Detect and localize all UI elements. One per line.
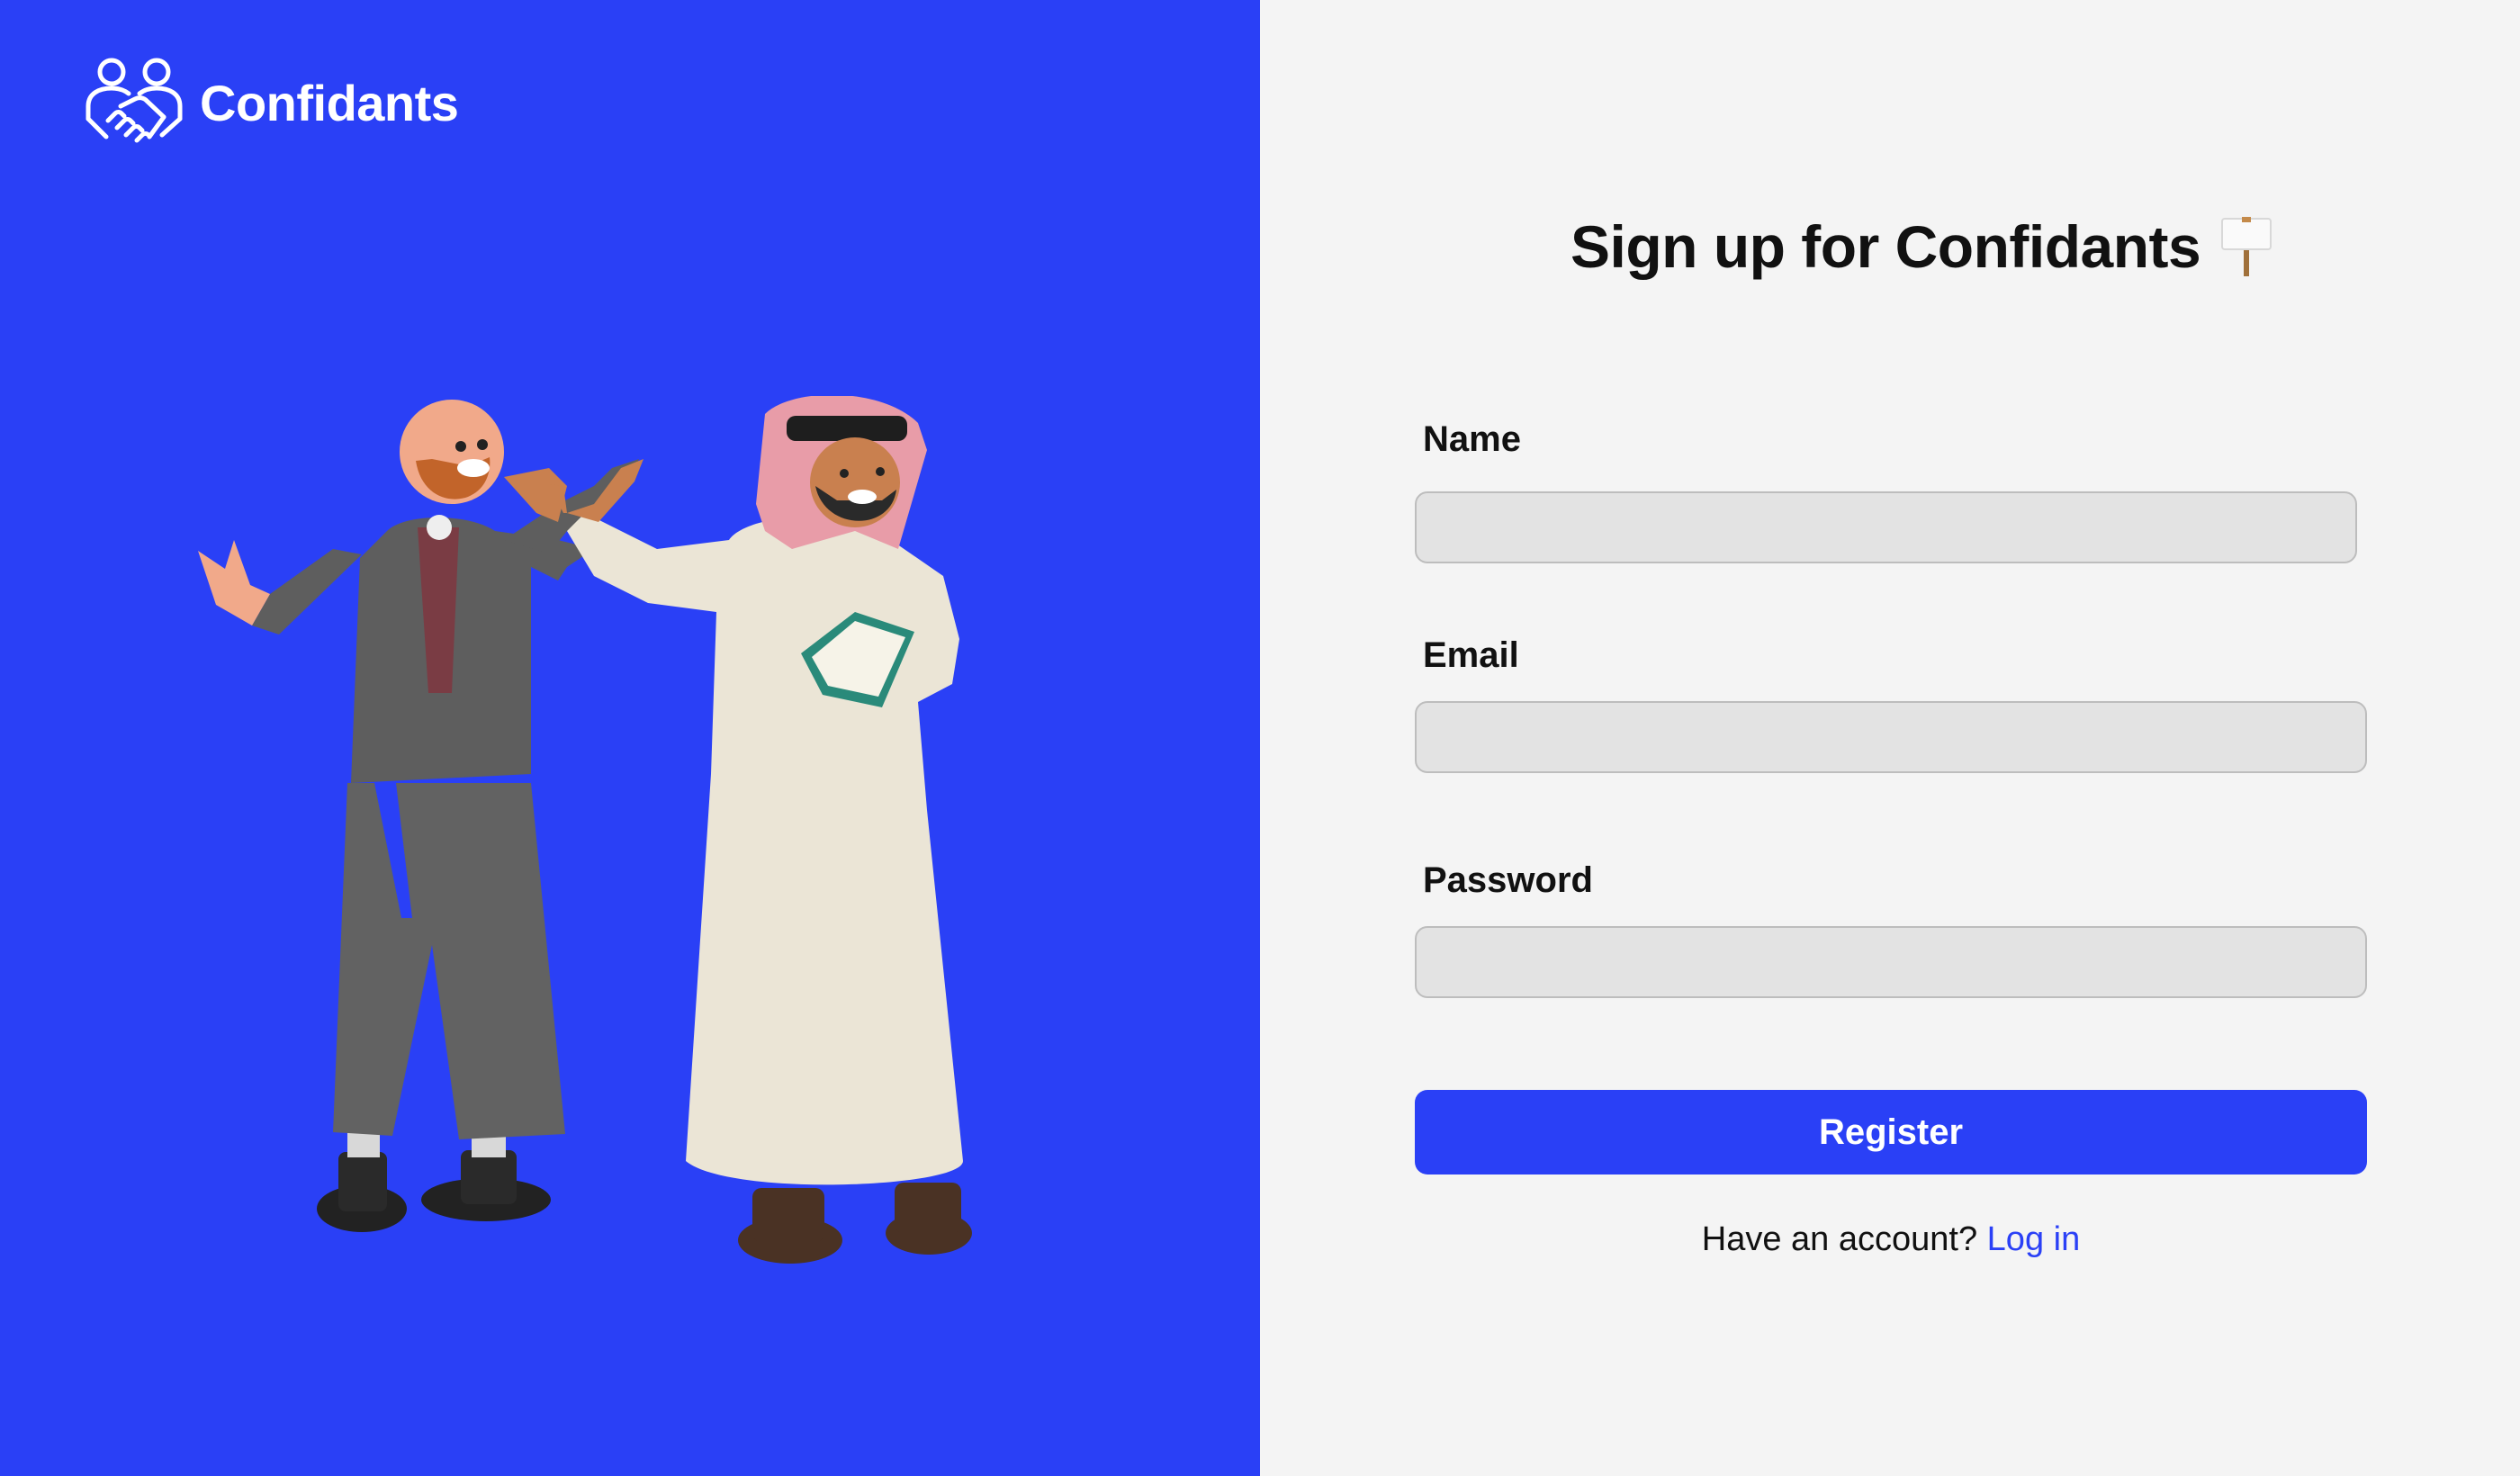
login-link[interactable]: Log in [1987,1220,2081,1258]
man-in-suit [198,400,639,1232]
email-input[interactable] [1415,701,2367,773]
signup-panel: Sign up for Confidants Name Email Passwo… [1260,0,2520,1476]
login-prompt: Have an account? Log in [1260,1220,2520,1259]
name-label: Name [1423,419,1521,459]
handshake-people-icon [86,58,183,143]
password-input[interactable] [1415,926,2367,998]
hero-panel: Confidants [0,0,1260,1476]
placard-sign-icon [2221,217,2272,276]
email-label: Email [1423,635,1519,675]
signup-title-row: Sign up for Confidants [1570,212,2272,281]
have-account-text: Have an account? [1701,1220,1978,1258]
brand-logo[interactable]: Confidants [81,54,459,151]
page-title: Sign up for Confidants [1570,213,2201,280]
man-in-thobe [504,396,972,1264]
name-input[interactable] [1415,491,2357,563]
register-button[interactable]: Register [1415,1090,2367,1174]
two-men-illustration [198,396,972,1264]
password-label: Password [1423,860,1593,900]
brand-name: Confidants [200,74,459,131]
